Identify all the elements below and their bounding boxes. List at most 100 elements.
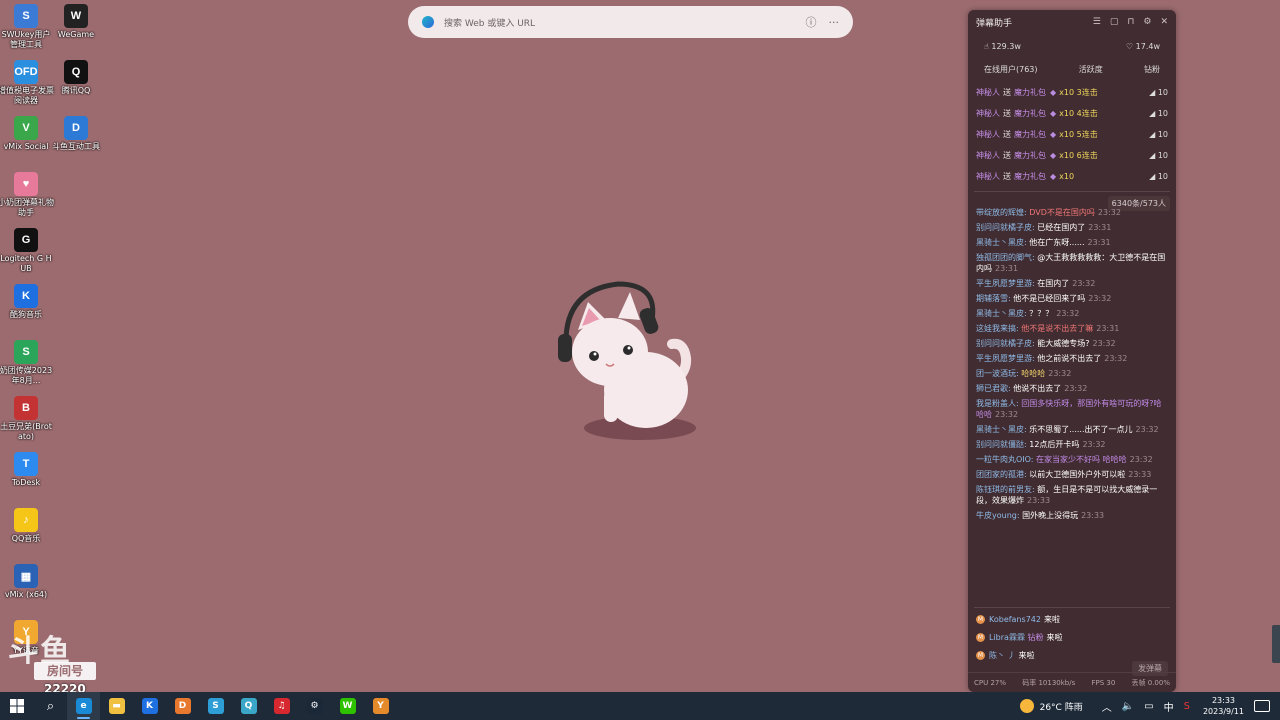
desktop-icon[interactable]: D 斗鱼互动工具 [50, 116, 102, 152]
chat-username[interactable]: 期辅落雪: [976, 294, 1011, 303]
settings-icon[interactable]: ⚙ [1143, 17, 1151, 27]
weather-widget[interactable]: 26°C 阵雨 [1019, 699, 1083, 713]
volume-icon[interactable]: 🔈 [1122, 701, 1134, 712]
chat-username[interactable]: 独孤团团的脚气: [976, 253, 1035, 262]
gift-send: 送 [1003, 88, 1011, 97]
enter-action: 来啦 [1046, 632, 1063, 642]
chat-username[interactable]: 陈钰琪的前男友: [976, 485, 1035, 494]
chat-username[interactable]: 平生夙愿梦里游: [976, 279, 1035, 288]
chat-time: 23:31 [1096, 324, 1120, 333]
tab-online-users[interactable]: 在线用户(763) [984, 64, 1038, 75]
gift-user: 神秘人 [976, 172, 1000, 181]
desktop-icon-label: ToDesk [11, 478, 41, 487]
chat-time: 23:32 [1064, 384, 1088, 393]
douyu-watermark: 斗鱼 房间号 22220 [8, 626, 96, 696]
document-icon[interactable]: ▢ [1110, 17, 1119, 27]
desktop-icons: S SWUkey用户管理工具 W WeGame OFD 增值税电子发票阅读器 Q 腾讯QQ Vv… [0, 0, 110, 690]
desktop-icon[interactable]: K 酷狗音乐 [0, 284, 52, 320]
enter-username[interactable]: 陈丶 丿 [989, 650, 1016, 661]
desktop-icon[interactable]: OFD 增值税电子发票阅读器 [0, 60, 54, 106]
enter-username[interactable]: Kobefans742 [989, 615, 1041, 624]
side-handle[interactable] [1272, 625, 1280, 663]
chat-username[interactable]: 一粒牛肉丸OIO: [976, 455, 1034, 464]
chat-time: 23:32 [1088, 294, 1112, 303]
bitrate: 码率 10130kb/s [1022, 678, 1076, 687]
chat-text: 他不是说不出去了嘛 [1018, 324, 1094, 333]
taskbar-app[interactable]: Q [232, 692, 265, 720]
chat-username[interactable]: 我是粉盖人: [976, 399, 1019, 408]
chat-username[interactable]: 带绽放的辉煌: [976, 208, 1027, 217]
tray-chevron-icon[interactable]: ︿ [1102, 699, 1112, 714]
notification-icon[interactable] [1254, 700, 1270, 712]
taskbar-app[interactable]: Y [364, 692, 397, 720]
fan-level-icon: M [976, 632, 985, 642]
chat-time: 23:32 [1135, 425, 1159, 434]
tab-diamond-fans[interactable]: 钻粉 [1144, 64, 1160, 75]
chat-username[interactable]: 别问问就橘子皮: [976, 223, 1035, 232]
gift-send: 送 [1003, 151, 1011, 160]
fps: FPS 30 [1091, 678, 1116, 687]
kugou-taskbar-icon: K [141, 698, 158, 714]
clock[interactable]: 23:33 2023/9/11 [1203, 695, 1244, 717]
help-icon[interactable]: ⓘ [806, 14, 817, 30]
tab-activity[interactable]: 活跃度 [1079, 64, 1103, 75]
cat-headphones-illustration [558, 281, 696, 440]
chat-time: 23:31 [1087, 238, 1111, 247]
taskbar-app[interactable]: K [133, 692, 166, 720]
chat-username[interactable]: 这娃我来搞: [976, 324, 1019, 333]
gift-amount-value: 10 [1157, 151, 1168, 160]
desktop-icon[interactable]: Q 腾讯QQ [50, 60, 102, 96]
qq-music-icon: ♪ [14, 508, 38, 532]
desktop-icon[interactable]: T ToDesk [0, 452, 52, 488]
search-placeholder[interactable]: 搜索 Web 或键入 URL [444, 16, 794, 29]
gift-gem-icon: ◆ [1050, 151, 1057, 160]
chat-username[interactable]: 团团家的孤港: [976, 470, 1027, 479]
enter-username[interactable]: Libra霖霖 钻粉 [989, 632, 1044, 643]
taskbar-app[interactable]: S [199, 692, 232, 720]
gift-row: 神秘人送魔力礼包 ◆ x10 4连击 ◢ 10 [976, 103, 1168, 124]
taskbar-app[interactable]: ♫ [265, 692, 298, 720]
desktop-icon[interactable]: ♪ QQ音乐 [0, 508, 52, 544]
lock-icon[interactable]: ⊓ [1127, 17, 1134, 27]
close-icon[interactable]: ✕ [1160, 17, 1168, 27]
chat-time: 23:32 [1048, 369, 1072, 378]
taskbar-app[interactable]: W [331, 692, 364, 720]
taskbar-app[interactable]: ⚙ [298, 692, 331, 720]
chat-username[interactable]: 狮已君歌: [976, 384, 1011, 393]
gift-row: 神秘人送魔力礼包 ◆ x10 5连击 ◢ 10 [976, 124, 1168, 145]
desktop-icon[interactable]: G Logitech G HUB [0, 228, 52, 274]
todesk-icon: T [14, 452, 38, 476]
chat-username[interactable]: 别问问就橘子皮: [976, 339, 1035, 348]
netease-music-icon: ♫ [273, 698, 290, 714]
taskbar-search-button[interactable]: ⌕ [34, 692, 67, 720]
desktop-icon-label: 腾讯QQ [61, 86, 91, 95]
taskbar-app[interactable]: ▬ [100, 692, 133, 720]
chat-username[interactable]: 黑骑士丶黑皮: [976, 425, 1027, 434]
chat-username[interactable]: 别问问就僵跶: [976, 440, 1027, 449]
filter-icon[interactable]: ☰ [1093, 17, 1101, 27]
browser-search-bar[interactable]: 搜索 Web 或键入 URL ⓘ ··· [408, 6, 853, 38]
start-button[interactable] [0, 692, 34, 720]
chat-username[interactable]: 牛皮young: [976, 511, 1020, 520]
taskbar-app[interactable]: e [67, 692, 100, 720]
network-icon[interactable]: ▭ [1144, 701, 1153, 712]
desktop-icon[interactable]: ♥ 小奶团弹幕礼物助手 [0, 172, 54, 218]
more-options-icon[interactable]: ··· [829, 16, 840, 29]
desktop-icon[interactable]: ▦ vMix (x64) [0, 564, 52, 600]
desktop-icon[interactable]: B 土豆兄弟(Brotato) [0, 396, 52, 442]
desktop-icon[interactable]: VvMix Social [0, 116, 52, 152]
desktop-icon[interactable]: S SWUkey用户管理工具 [0, 4, 52, 50]
ime-language[interactable]: 中 [1164, 699, 1174, 714]
gift-amount-value: 10 [1157, 88, 1168, 97]
chat-username[interactable]: 黑骑士丶黑皮: [976, 238, 1027, 247]
enter-name: 陈丶 丿 [989, 650, 1016, 660]
desktop-icon[interactable]: W WeGame [50, 4, 102, 40]
desktop-icon[interactable]: S 奶团传媒2023年8月... [0, 340, 52, 386]
chat-message: 黑骑士丶黑皮: ？？？ 23:32 [976, 308, 1168, 319]
chat-list[interactable]: 带绽放的辉煌: DVD不是在国内吗 23:32 别问问就橘子皮: 已经在国内了 23:… [968, 203, 1176, 608]
chat-username[interactable]: 平生夙愿梦里游: [976, 354, 1035, 363]
chat-username[interactable]: 团一波酒玩: [976, 369, 1019, 378]
taskbar-app[interactable]: D [166, 692, 199, 720]
tray-app-icon[interactable]: S [1184, 701, 1190, 712]
chat-username[interactable]: 黑骑士丶黑皮: [976, 309, 1027, 318]
